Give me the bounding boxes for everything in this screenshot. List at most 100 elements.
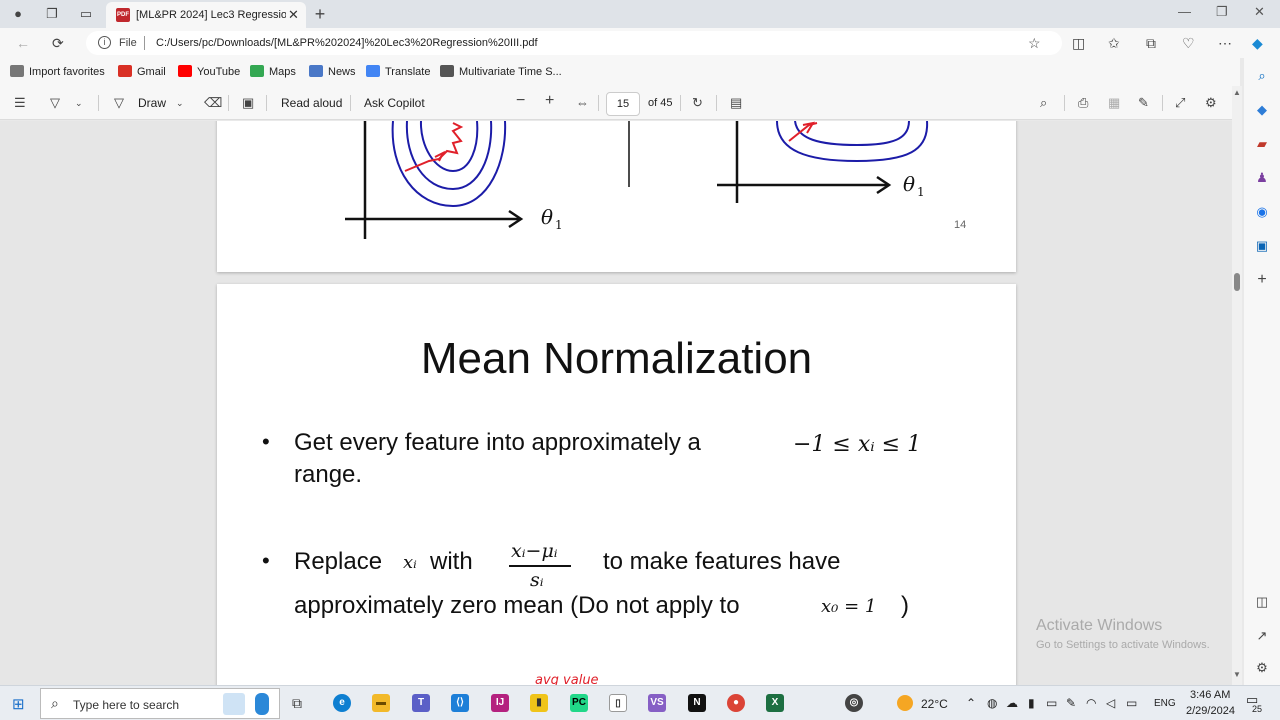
- visual-studio-icon[interactable]: VS: [648, 694, 666, 712]
- vscode-icon[interactable]: ⟨⟩: [451, 694, 469, 712]
- workspaces-icon[interactable]: ❐: [44, 6, 60, 22]
- fav-maps[interactable]: Maps: [250, 65, 296, 78]
- chrome-icon[interactable]: ●: [727, 694, 745, 712]
- pdf-settings-gear-icon[interactable]: ⚙: [1205, 95, 1217, 111]
- url-input[interactable]: i File C:/Users/pc/Downloads/[ML&PR%2020…: [86, 31, 1062, 55]
- obs-recorder-icon[interactable]: ◎: [845, 694, 863, 712]
- page-view-icon[interactable]: ▤: [730, 95, 742, 111]
- settings-more-icon[interactable]: ⋯: [1218, 35, 1232, 51]
- close-window-icon[interactable]: ✕: [1254, 4, 1265, 20]
- fav-import-favorites[interactable]: Import favorites: [10, 65, 105, 78]
- close-tab-icon[interactable]: ✕: [288, 7, 299, 23]
- profile-icon[interactable]: ●: [10, 6, 26, 22]
- zoom-out-icon[interactable]: −: [516, 92, 525, 110]
- external-link-icon[interactable]: ↗: [1254, 628, 1270, 644]
- back-icon[interactable]: ←: [16, 35, 30, 51]
- fullscreen-icon[interactable]: ⤢: [1175, 95, 1185, 111]
- search-icon[interactable]: ⌕: [1254, 68, 1270, 84]
- right-contour-outer: [776, 121, 929, 163]
- site-info-icon[interactable]: i: [98, 36, 111, 49]
- minimize-icon[interactable]: —: [1178, 4, 1191, 19]
- ask-copilot-button[interactable]: Ask Copilot: [364, 96, 425, 110]
- refresh-icon[interactable]: ⟳: [52, 35, 64, 51]
- fav-gmail[interactable]: Gmail: [118, 65, 166, 78]
- pycharm-icon[interactable]: PC: [570, 694, 588, 712]
- battery-icon[interactable]: ▭: [1126, 696, 1137, 710]
- microphone-icon[interactable]: ▮: [1028, 696, 1035, 710]
- shopping-tag-icon[interactable]: ◆: [1254, 102, 1270, 118]
- fit-page-icon[interactable]: ⇔: [576, 95, 589, 110]
- microsoft-365-icon[interactable]: ◉: [1254, 204, 1270, 220]
- pen-icon[interactable]: ✎: [1066, 696, 1076, 710]
- page-number-input[interactable]: 15: [606, 92, 640, 116]
- fav-translate[interactable]: Translate: [366, 65, 430, 78]
- notion-icon[interactable]: N: [688, 694, 706, 712]
- clock-time[interactable]: 3:46 AM: [1190, 689, 1230, 701]
- collections-icon[interactable]: ⧉: [1146, 35, 1156, 51]
- scroll-up-icon[interactable]: ▲: [1233, 88, 1241, 97]
- zoom-in-icon[interactable]: +: [545, 92, 554, 110]
- maximize-icon[interactable]: ❐: [1216, 4, 1228, 20]
- erase-icon[interactable]: ⌫: [204, 95, 222, 111]
- document-icon[interactable]: ▯: [609, 694, 627, 712]
- text-box-icon[interactable]: ▣: [242, 95, 254, 111]
- chevron-down-icon[interactable]: ⌄: [75, 98, 83, 109]
- wifi-icon[interactable]: ◠: [1086, 696, 1096, 710]
- tab-active-pdf[interactable]: PDF [ML&PR 2024] Lec3 Regression II ✕: [106, 2, 306, 28]
- print-icon[interactable]: ⎙: [1078, 95, 1088, 111]
- clock-date[interactable]: 2/29/2024: [1186, 705, 1235, 717]
- scroll-thumb[interactable]: [1234, 273, 1240, 291]
- favorite-star-icon[interactable]: ☆: [1028, 35, 1041, 51]
- save-as-icon[interactable]: ✎: [1138, 95, 1149, 111]
- volume-icon[interactable]: ◁: [1106, 696, 1115, 710]
- split-screen-icon[interactable]: ◫: [1072, 35, 1085, 51]
- fav-news[interactable]: News: [309, 65, 356, 78]
- search-icon[interactable]: ⌕: [1040, 95, 1047, 111]
- notes-icon[interactable]: ▮: [530, 694, 548, 712]
- contour-plots: θ 1 θ 1: [345, 121, 929, 239]
- browser-essentials-icon[interactable]: ♡: [1182, 35, 1195, 51]
- tools-briefcase-icon[interactable]: ▰: [1254, 136, 1270, 152]
- taskbar-search-box[interactable]: ⌕ Type here to search: [40, 688, 280, 719]
- onedrive-cloud-icon[interactable]: ☁: [1006, 696, 1018, 710]
- fav-youtube[interactable]: YouTube: [178, 65, 240, 78]
- pdf-scrollbar[interactable]: ▲ ▼: [1232, 86, 1242, 685]
- tab-actions-icon[interactable]: ▭: [78, 6, 94, 22]
- scroll-down-icon[interactable]: ▼: [1233, 670, 1241, 679]
- tray-device-icon[interactable]: ▭: [1046, 696, 1057, 710]
- language-indicator[interactable]: ENG: [1154, 698, 1176, 709]
- new-tab-icon[interactable]: +: [312, 5, 328, 23]
- intellij-icon[interactable]: IJ: [491, 694, 509, 712]
- rotate-icon[interactable]: ↻: [692, 95, 703, 111]
- save-icon[interactable]: ▦: [1108, 95, 1120, 111]
- hide-sidebar-icon[interactable]: ◫: [1254, 594, 1270, 610]
- tray-chevron-up-icon[interactable]: ⌃: [966, 696, 976, 710]
- draw-button[interactable]: Draw: [138, 96, 166, 110]
- contents-icon[interactable]: ☰: [14, 95, 26, 111]
- excel-icon[interactable]: X: [766, 694, 784, 712]
- copilot-icon[interactable]: ◆: [1252, 35, 1263, 51]
- outlook-icon[interactable]: ▣: [1254, 238, 1270, 254]
- highlight-icon[interactable]: ▽: [50, 95, 60, 111]
- games-icon[interactable]: ♟: [1254, 170, 1270, 186]
- bullet-marker: •: [262, 429, 270, 454]
- file-explorer-icon[interactable]: ▬: [372, 694, 390, 712]
- task-view-icon[interactable]: ⧉: [292, 695, 302, 712]
- temperature-label[interactable]: 22°C: [921, 697, 948, 711]
- read-aloud-button[interactable]: Read aloud: [281, 96, 342, 110]
- add-sidebar-app-icon[interactable]: +: [1254, 272, 1270, 288]
- url-text[interactable]: C:/Users/pc/Downloads/[ML&PR%202024]%20L…: [156, 37, 538, 49]
- url-separator: [144, 36, 145, 50]
- favorites-icon[interactable]: ✩: [1108, 35, 1120, 51]
- teams-icon[interactable]: T: [412, 694, 430, 712]
- weather-sun-icon[interactable]: [897, 695, 913, 711]
- page-number-label: 14: [954, 219, 967, 231]
- windows-start-icon[interactable]: ⊞: [12, 695, 25, 713]
- fav-multivariate[interactable]: Multivariate Time S...: [440, 65, 562, 78]
- pdf-viewer[interactable]: θ 1 θ 1 14 Mean Normalization • Get ever…: [0, 121, 1232, 685]
- chevron-down-icon[interactable]: ⌄: [176, 98, 184, 109]
- draw-pen-icon[interactable]: ▽: [114, 95, 124, 111]
- edge-taskbar-icon[interactable]: e: [333, 694, 351, 712]
- tray-app-icon[interactable]: ◍: [987, 696, 997, 710]
- sidebar-settings-gear-icon[interactable]: ⚙: [1254, 660, 1270, 676]
